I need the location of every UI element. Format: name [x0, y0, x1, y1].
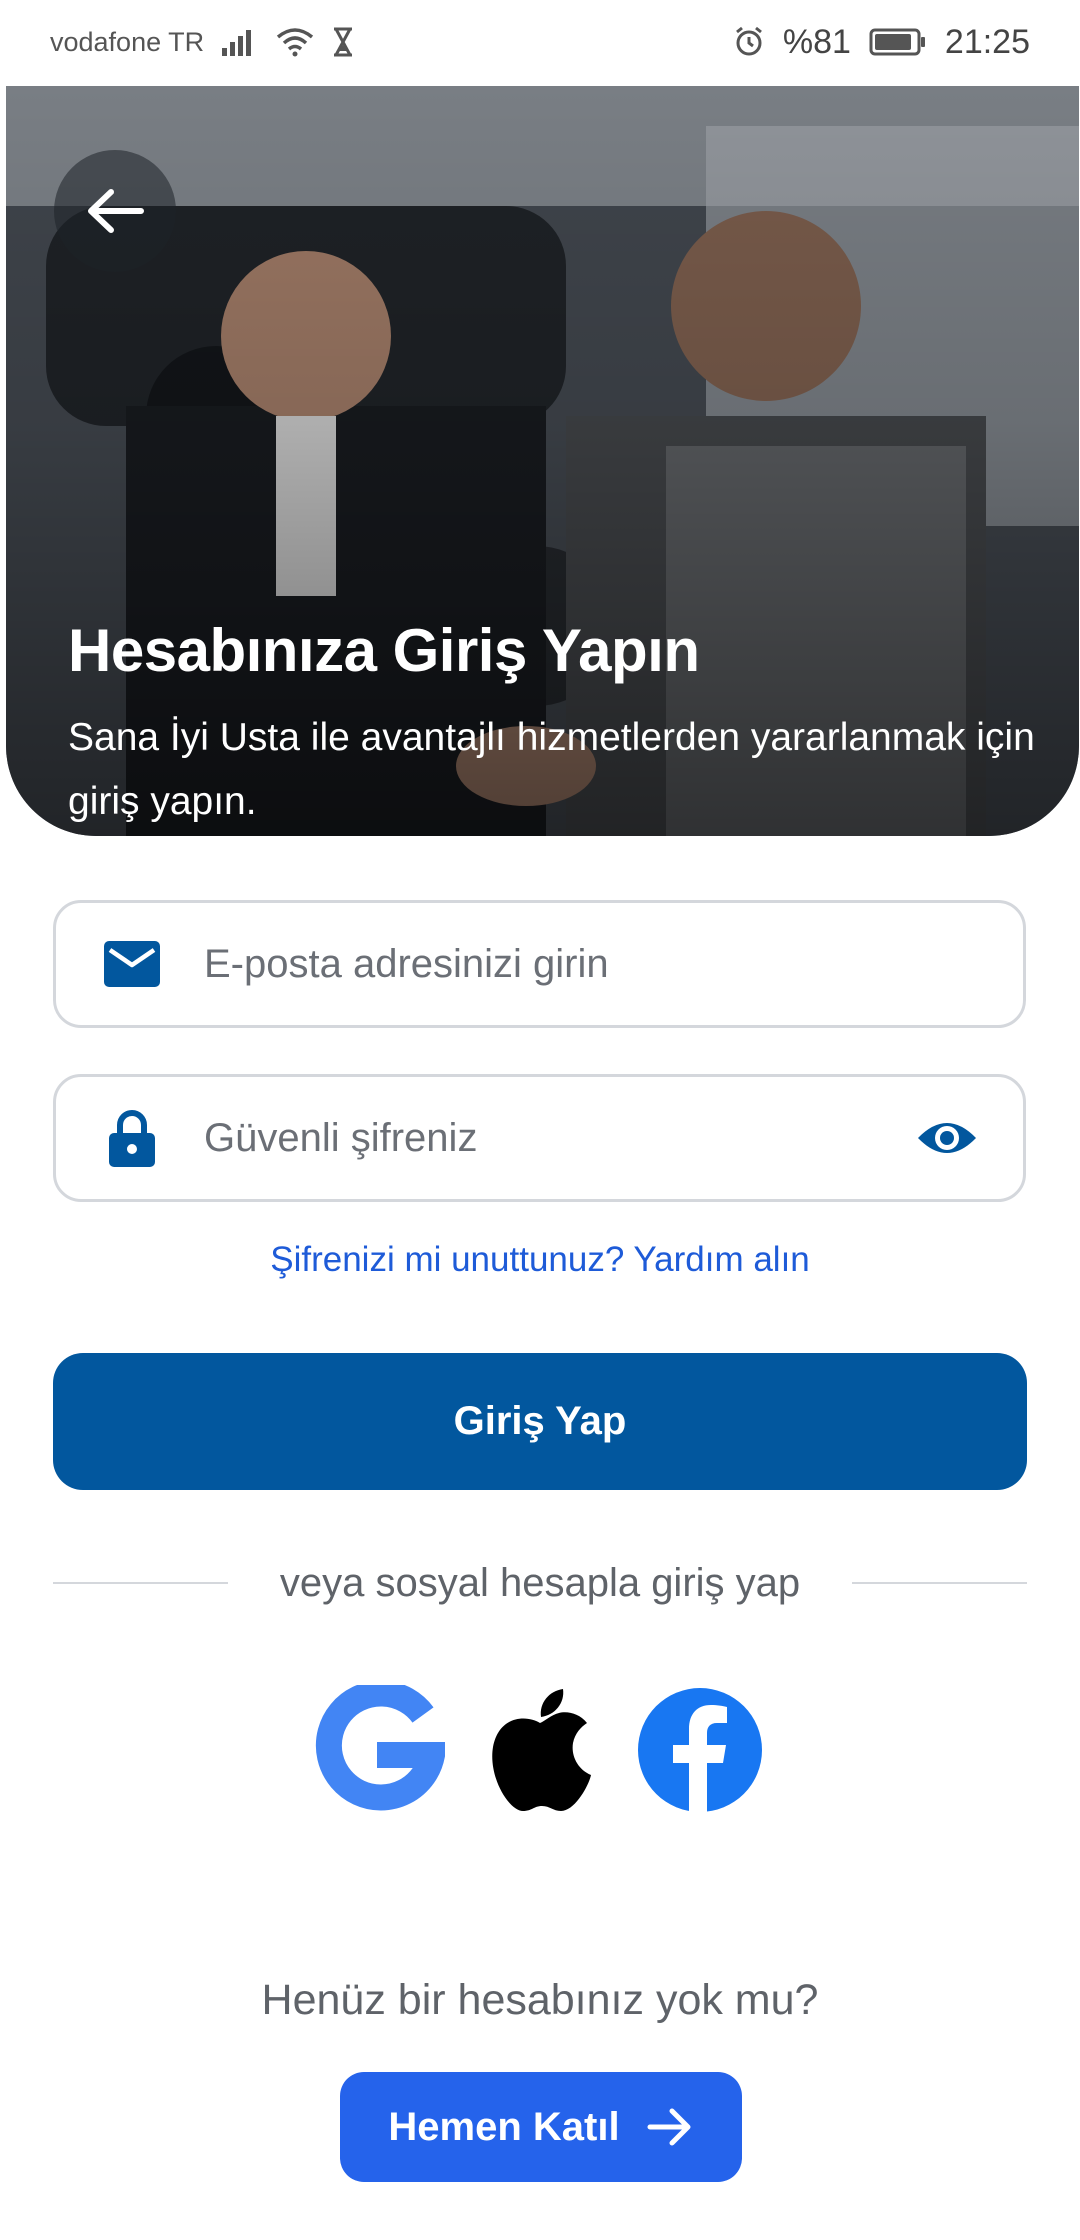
forgot-password-link[interactable]: Şifrenizi mi unuttunuz? Yardım alın	[0, 1240, 1080, 1280]
alarm-icon	[733, 26, 765, 58]
status-right: %81 21:25	[733, 23, 1030, 62]
hourglass-icon	[332, 27, 354, 57]
social-divider: veya sosyal hesapla giriş yap	[53, 1558, 1027, 1608]
clock: 21:25	[944, 22, 1030, 61]
password-input[interactable]	[202, 1114, 915, 1162]
email-field[interactable]	[53, 900, 1026, 1028]
show-password-toggle[interactable]	[915, 1116, 979, 1160]
page-subtitle: Sana İyi Usta ile avantajlı hizmetlerden…	[68, 716, 1035, 823]
divider-line-right	[852, 1582, 1027, 1584]
arrow-right-icon	[647, 2108, 691, 2146]
facebook-icon	[638, 1688, 762, 1812]
battery-percent: %81	[782, 22, 851, 61]
signup-prompt: Henüz bir hesabınız yok mu?	[261, 1976, 819, 2024]
signal-icon	[222, 28, 258, 56]
mail-icon	[102, 941, 162, 987]
facebook-login-button[interactable]	[635, 1685, 765, 1815]
status-left: vodafone TR	[50, 27, 354, 58]
join-now-label: Hemen Katıl	[388, 2104, 620, 2149]
apple-login-button[interactable]	[475, 1685, 605, 1815]
google-login-button[interactable]	[315, 1685, 445, 1815]
carrier-name: vodafone TR	[50, 26, 205, 57]
battery-icon	[869, 27, 927, 57]
arrow-left-icon	[88, 189, 144, 233]
page-title: Hesabınıza Giriş Yapın	[68, 617, 700, 684]
eye-icon	[918, 1123, 976, 1153]
wifi-icon	[276, 27, 314, 57]
divider-line-left	[53, 1582, 228, 1584]
email-input[interactable]	[202, 940, 1023, 988]
google-icon	[315, 1685, 445, 1811]
hero-banner: Hesabınıza Giriş Yapın Sana İyi Usta ile…	[6, 86, 1079, 836]
login-button[interactable]: Giriş Yap	[53, 1353, 1027, 1490]
divider-text: veya sosyal hesapla giriş yap	[279, 1560, 801, 1605]
back-button[interactable]	[54, 150, 176, 272]
lock-icon	[102, 1109, 162, 1167]
status-bar: vodafone TR %81 21:25	[0, 0, 1080, 84]
join-now-button[interactable]: Hemen Katıl	[340, 2072, 742, 2182]
password-field[interactable]	[53, 1074, 1026, 1202]
apple-icon	[492, 1689, 591, 1811]
social-login-row	[0, 1680, 1080, 1820]
